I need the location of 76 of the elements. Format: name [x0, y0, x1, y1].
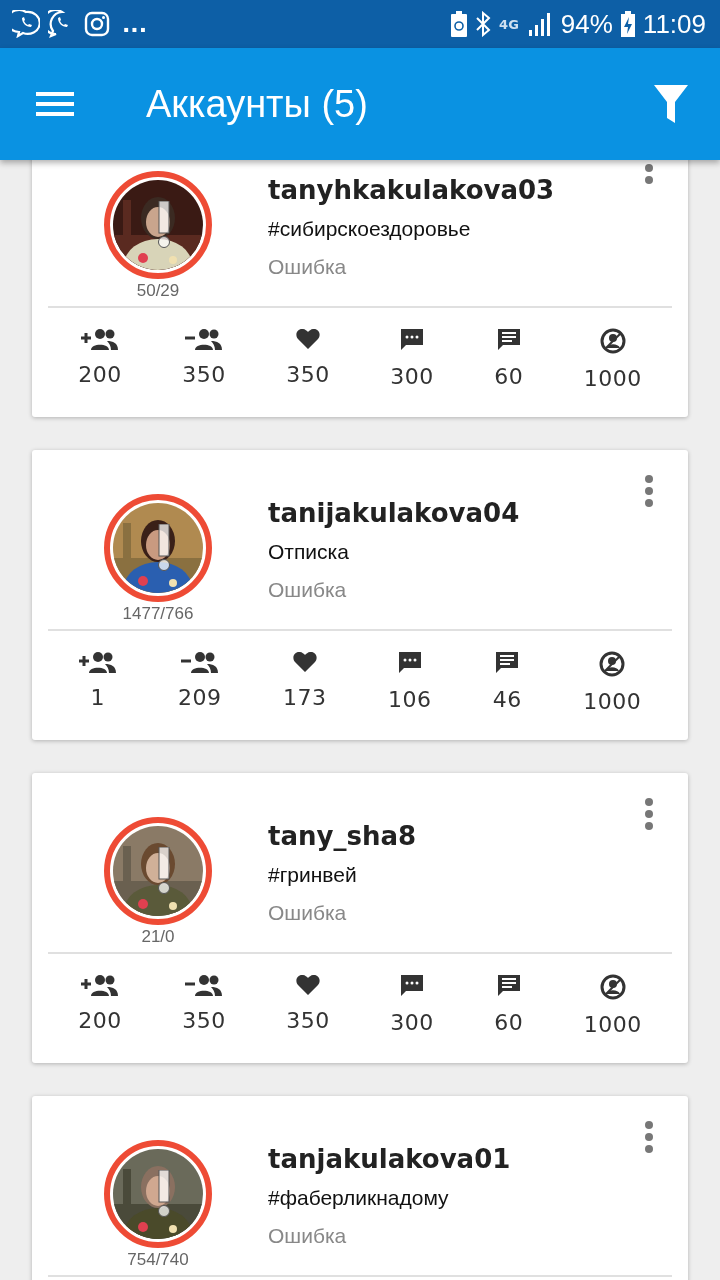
heart-icon: [296, 328, 320, 350]
comment-dots-icon: [397, 651, 422, 675]
comment-dots-icon: [400, 974, 424, 998]
stat-value: 173: [283, 685, 327, 710]
progress-counter: 50/29: [136, 281, 180, 301]
account-card[interactable]: 21/0 tany_sha8 #гринвей Ошибка 200 350 350 300 60 1000: [32, 773, 688, 1063]
stat-value: 200: [78, 1008, 122, 1033]
progress-counter: 21/0: [141, 927, 175, 947]
stat-value: 1000: [583, 366, 642, 391]
battery-charging-icon: [620, 11, 635, 37]
task-label: #фаберликнадому: [268, 1186, 450, 1210]
menu-button[interactable]: [36, 90, 74, 118]
username: tanyhkakulakova03: [268, 175, 555, 205]
remove-people-icon: [185, 328, 223, 350]
filter-button[interactable]: [654, 85, 688, 123]
stat-value: 350: [286, 362, 330, 387]
stat-value: 350: [286, 1008, 330, 1033]
network-type: 4G: [499, 16, 519, 32]
message-icon: [495, 651, 520, 675]
more-options-button[interactable]: [644, 797, 654, 831]
clock: 11:09: [642, 8, 706, 40]
stat-value: 46: [492, 687, 522, 712]
stat-value: 300: [390, 1010, 434, 1035]
task-label: Отписка: [268, 540, 350, 564]
account-card[interactable]: 50/29 tanyhkakulakova03 #сибирскоездоровье Ошибка 200 350 350 300 60 1000: [32, 160, 688, 417]
exclamation-icon: [157, 201, 171, 249]
add-people-icon: [78, 651, 117, 673]
task-label: #гринвей: [268, 863, 358, 887]
account-circle-icon: [599, 328, 626, 354]
comment-dots-icon: [400, 328, 424, 352]
camera-icon: [84, 11, 110, 37]
bluetooth-icon: [475, 11, 492, 37]
phone-bubble-icon: [12, 10, 40, 38]
username: tanjakulakova01: [268, 1144, 511, 1174]
stat-value: 1000: [583, 1012, 642, 1037]
heart-icon: [292, 651, 317, 673]
more-notifications: ...: [122, 11, 148, 37]
stat-value: 350: [182, 1008, 226, 1033]
stat-value: 106: [387, 687, 432, 712]
status-label: Ошибка: [268, 1224, 348, 1248]
message-icon: [496, 974, 521, 998]
remove-people-icon: [180, 651, 219, 673]
stat-value: 300: [390, 364, 434, 389]
exclamation-icon: [157, 1170, 171, 1218]
stat-value: 60: [494, 364, 524, 389]
stat-value: 200: [78, 362, 122, 387]
more-options-button[interactable]: [644, 1120, 654, 1154]
add-people-icon: [81, 974, 119, 996]
battery-percent: 94%: [560, 8, 613, 40]
task-label: #сибирскоездоровье: [268, 217, 472, 241]
more-options-button[interactable]: [644, 474, 654, 508]
progress-counter: 1477/766: [122, 604, 194, 624]
stat-value: 1: [90, 685, 105, 710]
status-label: Ошибка: [268, 901, 348, 925]
app-title: Аккаунты (5): [146, 82, 369, 126]
status-label: Ошибка: [268, 578, 348, 602]
stat-value: 209: [178, 685, 222, 710]
stat-value: 60: [494, 1010, 524, 1035]
account-circle-icon: [599, 651, 626, 677]
remove-people-icon: [185, 974, 223, 996]
stat-value: 1000: [583, 689, 642, 714]
exclamation-icon: [157, 524, 171, 572]
username: tanijakulakova04: [268, 498, 520, 528]
message-icon: [496, 328, 521, 352]
battery-saver-icon: [451, 11, 468, 37]
account-card[interactable]: 754/740 tanjakulakova01 #фаберликнадому Ошибка: [32, 1096, 688, 1280]
exclamation-icon: [157, 847, 171, 895]
progress-counter: 754/740: [127, 1250, 189, 1270]
signal-icon: [526, 12, 553, 36]
account-circle-icon: [599, 974, 626, 1000]
username: tany_sha8: [268, 821, 417, 851]
heart-icon: [296, 974, 320, 996]
status-label: Ошибка: [268, 255, 348, 279]
add-people-icon: [81, 328, 119, 350]
stat-value: 350: [182, 362, 226, 387]
account-card[interactable]: 1477/766 tanijakulakova04 Отписка Ошибка 1 209 173 106 46 1000: [32, 450, 688, 740]
